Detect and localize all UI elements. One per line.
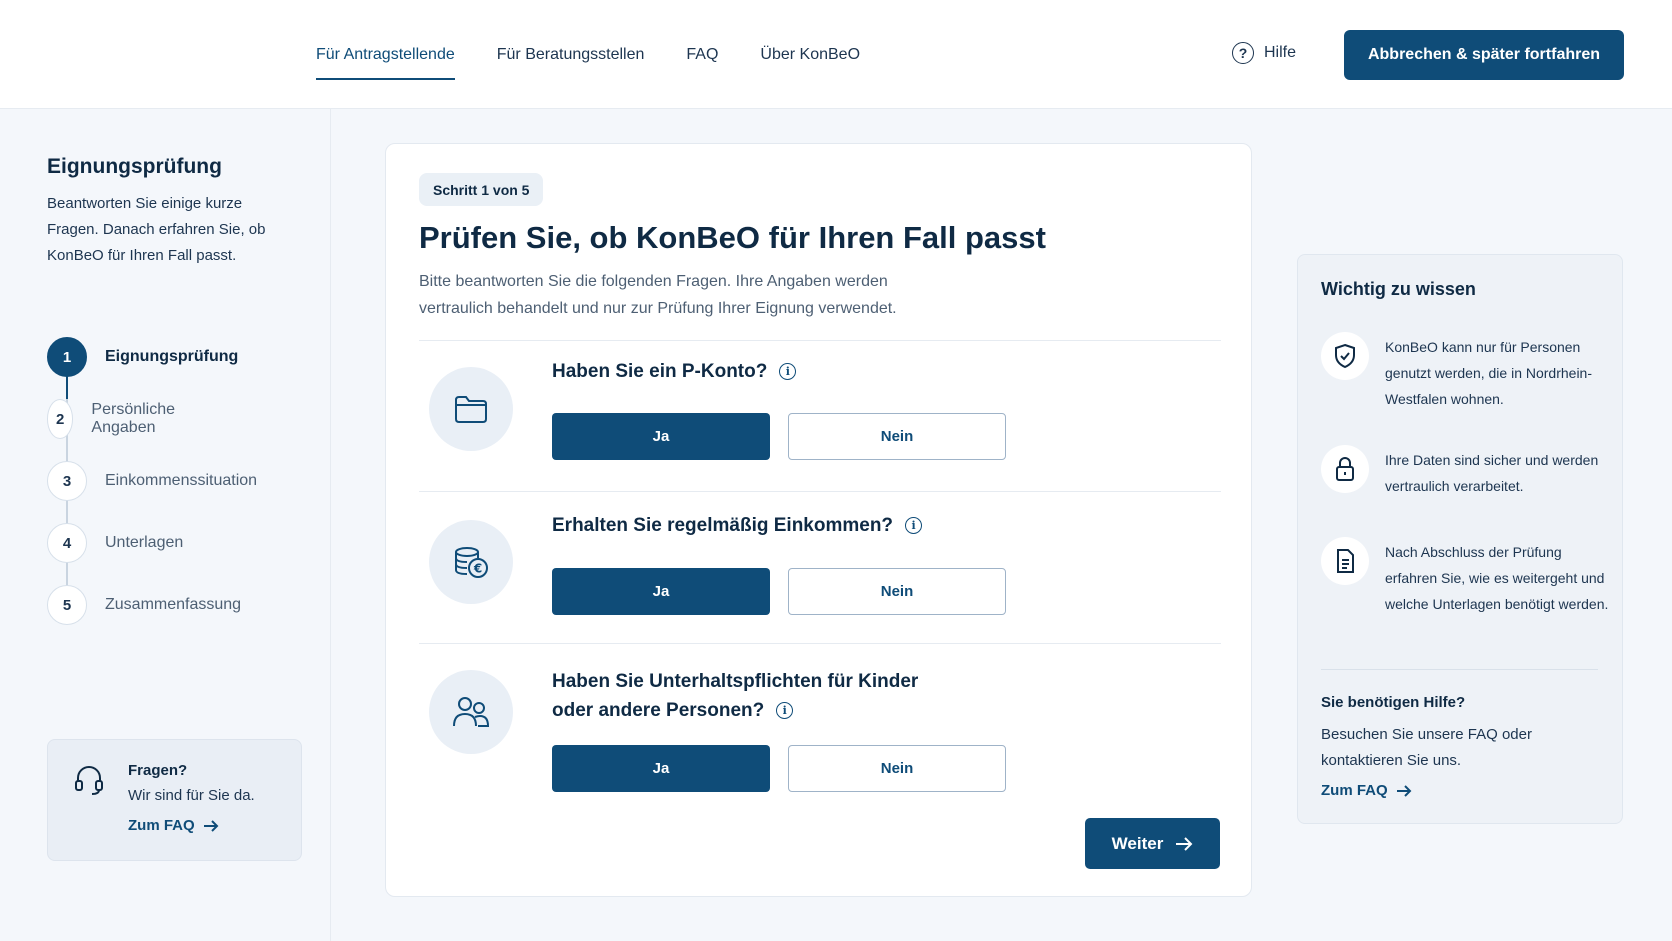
info-item-text: Ihre Daten sind sicher und werden vertra… [1385, 452, 1599, 494]
step-label: Unterlagen [105, 534, 184, 551]
question-1-no-button[interactable]: Nein [788, 413, 1006, 460]
step-item-3[interactable]: 3 Einkommenssituation [47, 461, 257, 501]
page-title: Prüfen Sie, ob KonBeO für Ihren Fall pas… [419, 220, 1046, 255]
shield-icon [1335, 343, 1355, 369]
folder-icon [455, 396, 487, 423]
page-description: Bitte beantworten Sie die folgenden Frag… [419, 273, 897, 317]
step-label: Eignungsprüfung [105, 348, 239, 365]
info-item-icon-circle [1321, 445, 1369, 493]
step-item-1[interactable]: 1 Eignungsprüfung [47, 337, 238, 377]
step-badge: Schritt 1 von 5 [419, 173, 544, 206]
step-item-5[interactable]: 5 Zusammenfassung [47, 585, 241, 625]
headset-icon [75, 766, 103, 795]
step-label: Zusammenfassung [105, 596, 242, 613]
question-icon-circle: € [429, 520, 513, 604]
info-help-title: Sie benötigen Hilfe? [1321, 694, 1466, 711]
sidebar-faq-link[interactable]: Zum FAQ [128, 817, 219, 834]
arrow-right-icon [1396, 784, 1412, 797]
question-2-text: Erhalten Sie regelmäßig Einkommen? [552, 515, 894, 536]
question-2-yes-button[interactable]: Ja [552, 568, 770, 615]
info-icon[interactable]: i [905, 517, 923, 534]
question-1-yes-button[interactable]: Ja [552, 413, 770, 460]
question-icon-circle [429, 367, 513, 451]
info-faq-link-label: Zum FAQ [1321, 782, 1388, 799]
next-button-label: Weiter [1111, 833, 1164, 853]
step-number: 4 [47, 523, 87, 563]
divider [419, 643, 1221, 644]
lock-icon [1336, 457, 1354, 481]
sidebar-description: Beantworten Sie einige kurze Fragen. Dan… [47, 195, 266, 264]
question-circle-icon: ? [1232, 42, 1254, 64]
question-3-yes-button[interactable]: Ja [552, 745, 770, 792]
question-2-no-button[interactable]: Nein [788, 568, 1006, 615]
info-icon[interactable]: i [779, 363, 797, 380]
arrow-right-icon [1176, 836, 1193, 851]
info-item-text: Nach Abschluss der Prüfung erfahren Sie,… [1385, 544, 1609, 612]
coins-euro-icon: € [455, 547, 488, 578]
info-item-icon-circle [1321, 537, 1369, 585]
nav-ueber-konbeo[interactable]: Über KonBeO [760, 0, 860, 109]
svg-text:€: € [473, 562, 482, 576]
info-panel: Wichtig zu wissen KonBeO kann nur für Pe… [1297, 254, 1623, 824]
sidebar-title: Eignungsprüfung [47, 155, 222, 178]
sidebar-help-text: Wir sind für Sie da. [128, 787, 255, 804]
step-number: 5 [47, 585, 87, 625]
help-link[interactable]: ? Hilfe [1232, 42, 1296, 64]
info-item-icon-circle [1321, 332, 1369, 380]
step-number: 3 [47, 461, 87, 501]
divider [419, 340, 1221, 341]
info-item-text: KonBeO kann nur für Personen genutzt wer… [1385, 339, 1593, 407]
divider [419, 491, 1221, 492]
question-3-no-button[interactable]: Nein [788, 745, 1006, 792]
step-label: Einkommenssituation [105, 472, 258, 489]
question-2: Erhalten Sie regelmäßig Einkommen? i [552, 511, 923, 540]
question-icon-circle [429, 670, 513, 754]
step-number: 2 [47, 399, 74, 439]
sidebar-help-title: Fragen? [128, 762, 188, 779]
top-bar: Für Antragstellende Für Beratungsstellen… [0, 0, 1672, 109]
cancel-continue-later-button[interactable]: Abbrechen & später fortfahren [1344, 30, 1624, 80]
question-1: Haben Sie ein P-Konto? i [552, 357, 797, 386]
nav-faq[interactable]: FAQ [686, 0, 718, 109]
sidebar-help-box: Fragen? Wir sind für Sie da. Zum FAQ [47, 739, 302, 861]
info-help-text: Besuchen Sie unsere FAQ oder kontaktiere… [1321, 726, 1532, 769]
sidebar: Eignungsprüfung Beantworten Sie einige k… [0, 109, 331, 941]
question-3: Haben Sie Unterhaltspflichten für Kinder… [552, 667, 918, 725]
question-3-line-1: Haben Sie Unterhaltspflichten für Kinder [552, 671, 919, 692]
main-nav: Für Antragstellende Für Beratungsstellen… [316, 0, 860, 109]
question-1-text: Haben Sie ein P-Konto? [552, 361, 768, 382]
people-icon [453, 697, 490, 727]
step-label: Persönliche Angaben [91, 401, 176, 436]
nav-fuer-antragstellende[interactable]: Für Antragstellende [316, 0, 455, 109]
document-icon [1337, 549, 1354, 573]
step-item-2[interactable]: 2 Persönliche Angaben [47, 399, 189, 439]
sidebar-faq-link-label: Zum FAQ [128, 817, 195, 834]
step-item-4[interactable]: 4 Unterlagen [47, 523, 183, 563]
step-number: 1 [47, 337, 87, 377]
info-icon[interactable]: i [776, 702, 794, 719]
eligibility-card: Schritt 1 von 5 Prüfen Sie, ob KonBeO fü… [385, 143, 1252, 897]
info-panel-title: Wichtig zu wissen [1321, 279, 1476, 299]
arrow-right-icon [203, 819, 219, 832]
nav-fuer-beratungsstellen[interactable]: Für Beratungsstellen [497, 0, 645, 109]
info-faq-link[interactable]: Zum FAQ [1321, 782, 1412, 799]
next-button[interactable]: Weiter [1085, 818, 1220, 869]
divider [1321, 669, 1598, 670]
question-3-line-2: oder andere Personen? [552, 700, 765, 721]
help-label: Hilfe [1264, 44, 1297, 61]
